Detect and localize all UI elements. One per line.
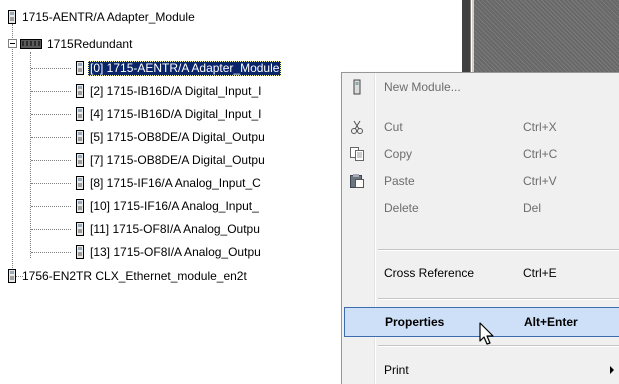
menu-item-cut[interactable]: Cut Ctrl+X bbox=[342, 113, 619, 141]
tree-item-selected[interactable]: [0] 1715-AENTR/A Adapter_Module bbox=[76, 60, 282, 76]
menu-item-delete[interactable]: Delete Del bbox=[342, 194, 619, 222]
tree-item[interactable]: 1715-AENTR/A Adapter_Module bbox=[8, 9, 197, 25]
module-icon bbox=[76, 245, 84, 259]
tree-connector-line bbox=[31, 68, 71, 69]
tree-item[interactable]: [10] 1715-IF16/A Analog_Input_ bbox=[76, 198, 261, 214]
menu-item-new-module[interactable]: New Module... bbox=[342, 73, 619, 101]
tree-item-label: [10] 1715-IF16/A Analog_Input_ bbox=[90, 198, 259, 213]
menu-item-shortcut: Ctrl+C bbox=[523, 147, 558, 161]
menu-separator bbox=[378, 249, 619, 251]
tree-item[interactable]: [8] 1715-IF16/A Analog_Input_C bbox=[76, 175, 263, 191]
module-icon bbox=[76, 153, 84, 167]
menu-item-label: New Module... bbox=[384, 80, 461, 94]
tree-connector-line bbox=[31, 206, 71, 207]
tree-item-label: [4] 1715-IB16D/A Digital_Input_I bbox=[90, 106, 262, 121]
tree-item-label: 1715Redundant bbox=[47, 36, 133, 51]
submenu-arrow-icon bbox=[610, 366, 614, 374]
tree-item-label: [8] 1715-IF16/A Analog_Input_C bbox=[90, 175, 261, 190]
module-icon bbox=[76, 130, 84, 144]
menu-item-label: Properties bbox=[385, 315, 445, 329]
tree-item-label: 1715-AENTR/A Adapter_Module bbox=[22, 9, 195, 24]
tree-item[interactable]: 1756-EN2TR CLX_Ethernet_module_en2t bbox=[8, 268, 249, 284]
chassis-icon bbox=[20, 39, 42, 49]
tree-item-label: [2] 1715-IB16D/A Digital_Input_I bbox=[90, 83, 262, 98]
menu-item-shortcut: Ctrl+E bbox=[523, 266, 557, 280]
copy-icon bbox=[350, 147, 364, 161]
module-icon bbox=[76, 176, 84, 190]
tree-item[interactable]: [4] 1715-IB16D/A Digital_Input_I bbox=[76, 106, 263, 122]
tree-item[interactable]: [2] 1715-IB16D/A Digital_Input_I bbox=[76, 83, 263, 99]
module-icon bbox=[76, 61, 84, 75]
menu-separator bbox=[378, 298, 619, 300]
tree-item-label: [13] 1715-OF8I/A Analog_Outpu bbox=[90, 244, 261, 259]
module-icon bbox=[353, 79, 361, 95]
tree-connector-line bbox=[30, 52, 31, 258]
menu-item-label: Cut bbox=[384, 120, 403, 134]
module-icon bbox=[76, 222, 84, 236]
paste-icon bbox=[350, 174, 364, 188]
menu-item-paste[interactable]: Paste Ctrl+V bbox=[342, 167, 619, 195]
tree-connector-line bbox=[31, 114, 71, 115]
module-icon bbox=[76, 107, 84, 121]
menu-item-shortcut: Ctrl+V bbox=[523, 174, 557, 188]
module-icon bbox=[8, 269, 16, 283]
collapse-toggle[interactable] bbox=[8, 39, 17, 48]
menu-item-label: Paste bbox=[384, 174, 415, 188]
tree-connector-line bbox=[31, 252, 71, 253]
tree-item[interactable]: [11] 1715-OF8I/A Analog_Outpu bbox=[76, 221, 262, 237]
tree-item[interactable]: [13] 1715-OF8I/A Analog_Outpu bbox=[76, 244, 263, 260]
menu-item-copy[interactable]: Copy Ctrl+C bbox=[342, 140, 619, 168]
menu-separator bbox=[378, 345, 619, 347]
tree-connector-line bbox=[31, 91, 71, 92]
menu-item-shortcut: Del bbox=[523, 201, 542, 215]
tree-item-label: [0] 1715-AENTR/A Adapter_Module bbox=[88, 60, 282, 76]
menu-item-label: Cross Reference bbox=[384, 266, 475, 280]
menu-item-label: Print bbox=[384, 363, 409, 377]
tree-item-label: [7] 1715-OB8DE/A Digital_Outpu bbox=[90, 152, 265, 167]
scissors-icon bbox=[351, 120, 363, 134]
tree-item[interactable]: [7] 1715-OB8DE/A Digital_Outpu bbox=[76, 152, 267, 168]
menu-item-print[interactable]: Print bbox=[342, 356, 619, 384]
mouse-cursor-icon bbox=[479, 322, 494, 345]
menu-item-shortcut: Ctrl+X bbox=[523, 120, 557, 134]
menu-item-label: Delete bbox=[384, 201, 419, 215]
tree-item[interactable]: [5] 1715-OB8DE/A Digital_Outpu bbox=[76, 129, 267, 145]
tree-connector-line bbox=[31, 137, 71, 138]
tree-item-label: 1756-EN2TR CLX_Ethernet_module_en2t bbox=[22, 268, 247, 283]
tree-item[interactable]: 1715Redundant bbox=[20, 36, 134, 52]
module-icon bbox=[76, 84, 84, 98]
module-icon bbox=[8, 10, 16, 24]
module-icon bbox=[76, 199, 84, 213]
tree-item-label: [5] 1715-OB8DE/A Digital_Outpu bbox=[90, 129, 265, 144]
tree-item-label: [11] 1715-OF8I/A Analog_Outpu bbox=[90, 221, 260, 236]
tree-connector-line bbox=[31, 183, 71, 184]
tree-connector-line bbox=[31, 160, 71, 161]
menu-item-label: Copy bbox=[384, 147, 413, 161]
tree-connector-line bbox=[12, 24, 13, 276]
menu-item-shortcut: Alt+Enter bbox=[524, 315, 578, 329]
menu-item-cross-reference[interactable]: Cross Reference Ctrl+E bbox=[342, 259, 619, 287]
tree-connector-line bbox=[31, 229, 71, 230]
